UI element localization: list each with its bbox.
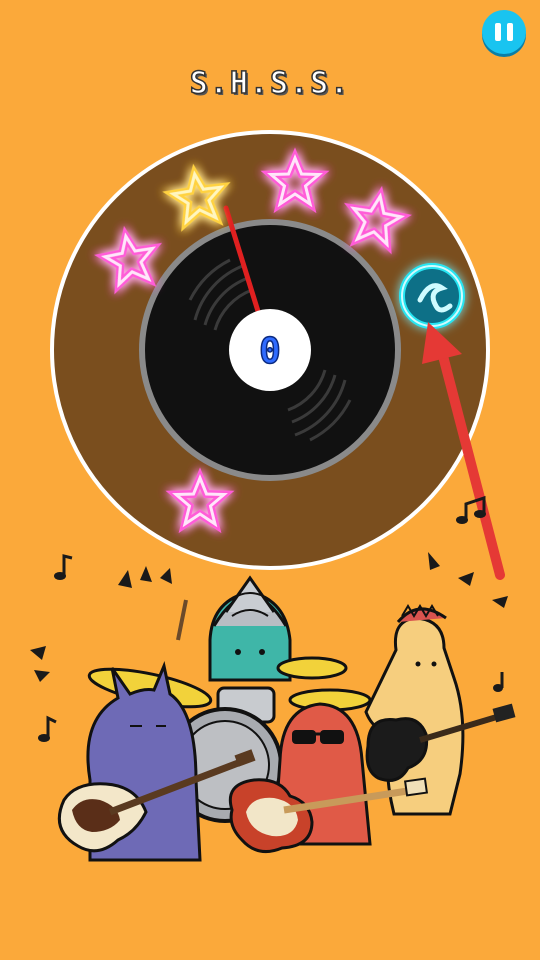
cymbal-right bbox=[276, 656, 348, 680]
music-note-icon bbox=[38, 715, 57, 742]
teal-drummer bbox=[176, 575, 292, 682]
music-note-target-icon[interactable] bbox=[399, 263, 465, 329]
yellow-guitarist bbox=[364, 604, 516, 816]
game-title: S.H.S.S. bbox=[189, 65, 351, 102]
music-note-icon bbox=[493, 672, 504, 692]
pause-button[interactable] bbox=[482, 10, 526, 54]
music-note-icon bbox=[54, 554, 73, 580]
band bbox=[57, 575, 516, 862]
pause-icon-bar bbox=[507, 23, 513, 41]
game-stage[interactable]: 0 bbox=[0, 0, 540, 960]
pause-icon bbox=[495, 23, 501, 41]
turntable: 0 bbox=[50, 130, 490, 570]
score-display: 0 bbox=[259, 331, 281, 372]
